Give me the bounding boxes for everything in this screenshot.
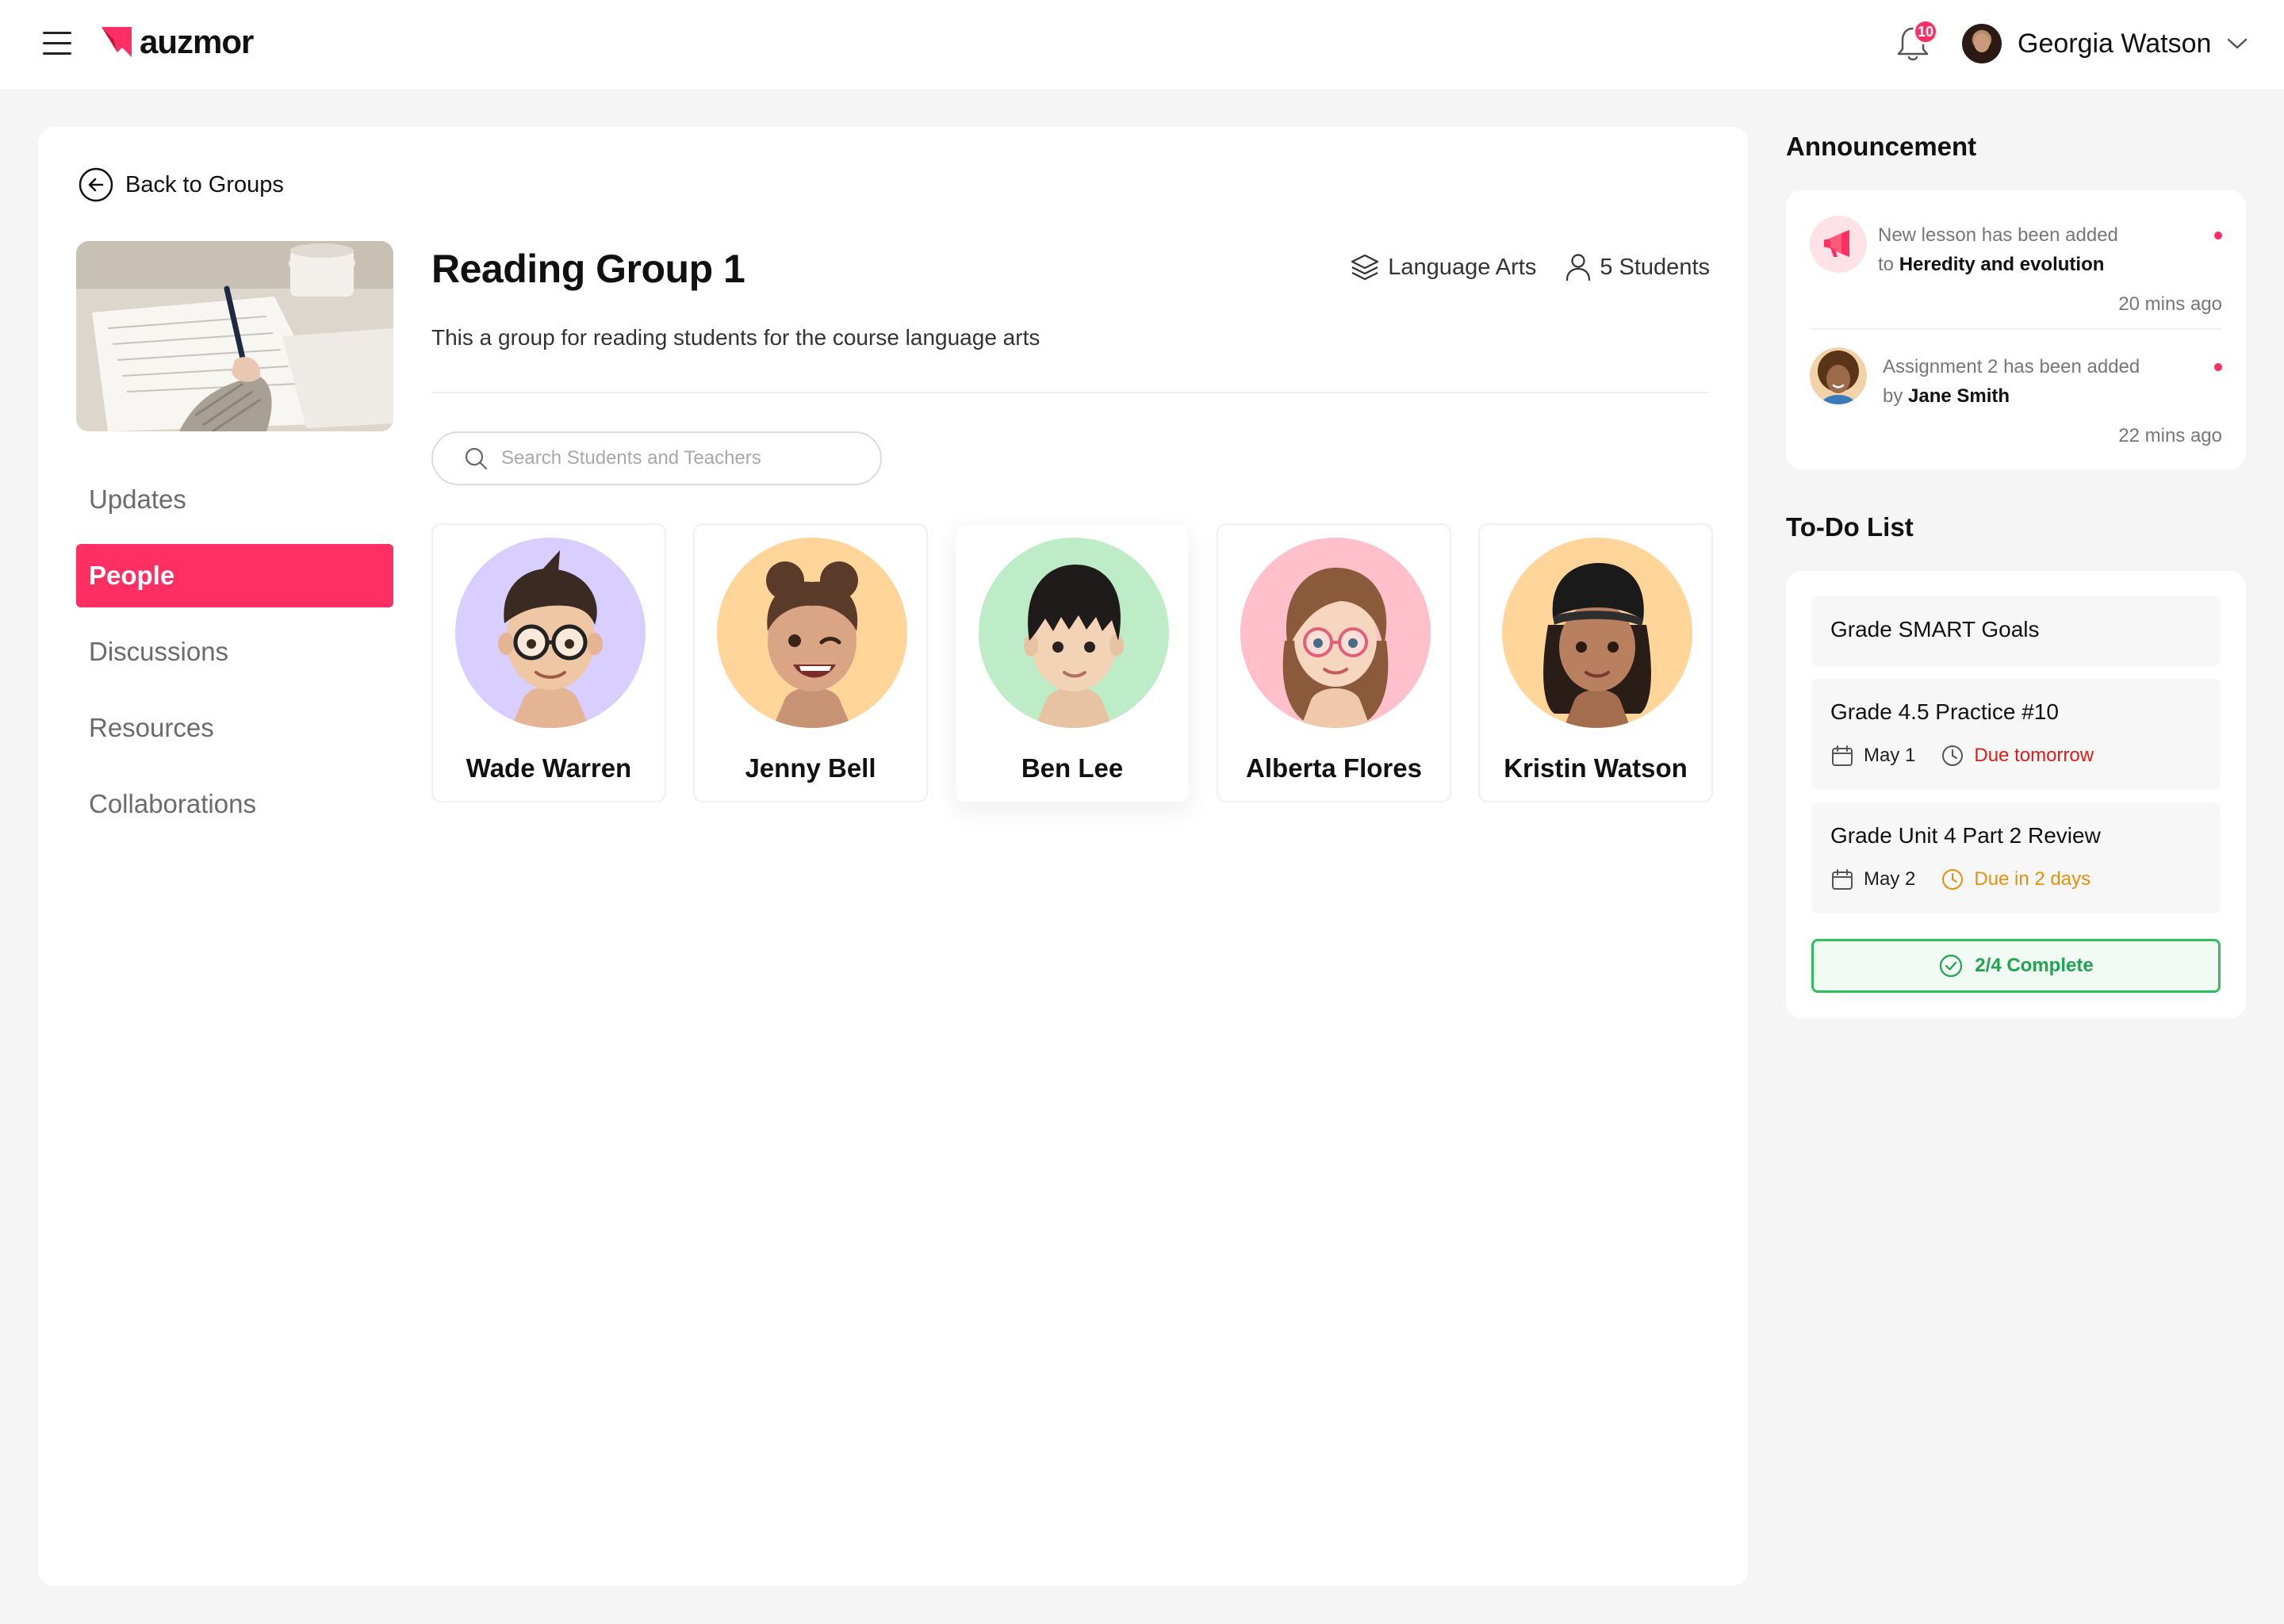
person-name: Ben Lee (1021, 753, 1124, 783)
logo-mark-icon (102, 27, 132, 57)
person-name: Alberta Flores (1246, 753, 1422, 783)
announcement-time: 20 mins ago (2118, 293, 2222, 315)
avatar (455, 538, 646, 728)
calendar-icon (1832, 745, 1853, 766)
people-grid: Wade Warren Jenny Bell Ben Lee Alberta F… (431, 523, 1713, 802)
group-main-card: Back to Groups Updates People Discussion… (38, 127, 1748, 1586)
logo-text: auzmor (140, 23, 254, 60)
announcement-item[interactable]: New lesson has been added to Heredity an… (1810, 216, 2222, 319)
nav-item-collaborations[interactable]: Collaborations (76, 772, 393, 836)
due-status: Due tomorrow (1974, 745, 2094, 766)
todo-item-title: Grade SMART Goals (1830, 617, 2040, 642)
announcement-link: Heredity and evolution (1899, 254, 2105, 275)
back-to-groups-link[interactable]: Back to Groups (78, 167, 284, 203)
subject-label: Language Arts (1388, 254, 1537, 280)
announcement-item[interactable]: Assignment 2 has been added by Jane Smit… (1810, 347, 2222, 450)
person-name: Wade Warren (466, 753, 632, 783)
nav-item-resources[interactable]: Resources (76, 696, 393, 760)
search-input[interactable] (501, 447, 850, 469)
group-nav: Updates People Discussions Resources Col… (76, 468, 393, 848)
nav-item-discussions[interactable]: Discussions (76, 620, 393, 684)
unread-dot (2214, 232, 2222, 239)
person-name: Kristin Watson (1504, 753, 1688, 783)
calendar-icon (1832, 869, 1853, 890)
layers-icon (1351, 254, 1379, 281)
todo-card: Grade SMART Goals Grade 4.5 Practice #10… (1786, 571, 2246, 1018)
announcement-card: New lesson has been added to Heredity an… (1786, 190, 2246, 469)
avatar (1240, 538, 1431, 728)
clock-icon (1942, 869, 1964, 890)
group-meta: Language Arts 5 Students (1321, 252, 1710, 282)
students-count: 5 Students (1600, 254, 1710, 280)
person-card-alberta-flores[interactable]: Alberta Flores (1217, 523, 1451, 802)
megaphone-icon (1810, 216, 1867, 273)
person-card-wade-warren[interactable]: Wade Warren (431, 523, 666, 802)
page-title: Reading Group 1 (431, 247, 745, 291)
person-card-ben-lee[interactable]: Ben Lee (955, 523, 1190, 802)
menu-icon[interactable] (43, 32, 71, 56)
user-menu[interactable]: Georgia Watson (1962, 24, 2248, 63)
todo-title: To-Do List (1786, 512, 1914, 542)
todo-item-meta: May 1 Due tomorrow (1830, 744, 2094, 768)
todo-item-title: Grade Unit 4 Part 2 Review (1830, 823, 2101, 848)
announcement-time: 22 mins ago (2118, 425, 2222, 446)
completion-label: 2/4 Complete (1975, 955, 2094, 976)
todo-item[interactable]: Grade Unit 4 Part 2 Review May 2 Due in … (1811, 802, 2221, 914)
search-box[interactable] (431, 431, 882, 485)
todo-date: May 1 (1864, 745, 1916, 766)
user-icon (1566, 254, 1591, 282)
avatar (1502, 538, 1692, 728)
students-meta: 5 Students (1565, 252, 1710, 282)
announcement-text: New lesson has been added to Heredity an… (1878, 224, 2118, 275)
todo-item-meta: May 2 Due in 2 days (1830, 868, 2090, 891)
subject-meta: Language Arts (1350, 252, 1536, 282)
due-status: Due in 2 days (1974, 868, 2091, 890)
divider (431, 392, 1710, 393)
clock-icon (1942, 745, 1964, 766)
person-name: Jenny Bell (745, 753, 876, 783)
group-description: This a group for reading students for th… (431, 325, 1040, 350)
back-label: Back to Groups (125, 171, 284, 197)
announcement-text: Assignment 2 has been added by Jane Smit… (1883, 356, 2140, 407)
announcement-author: Jane Smith (1908, 385, 2010, 407)
avatar (1962, 24, 2002, 63)
check-circle-icon (1940, 954, 1963, 978)
announcement-title: Announcement (1786, 132, 1977, 161)
brand-logo[interactable]: auzmor (100, 23, 254, 60)
todo-item-title: Grade 4.5 Practice #10 (1830, 699, 2059, 724)
search-icon (465, 447, 488, 470)
person-card-jenny-bell[interactable]: Jenny Bell (693, 523, 928, 802)
todo-date: May 2 (1864, 868, 1916, 890)
top-bar: auzmor 10 Georgia Watson (0, 0, 2284, 89)
nav-item-updates[interactable]: Updates (76, 468, 393, 531)
nav-item-people[interactable]: People (76, 544, 393, 607)
group-cover-image (76, 241, 393, 431)
arrow-left-circle-icon (79, 167, 113, 202)
notification-badge: 10 (1913, 19, 1938, 44)
avatar (717, 538, 907, 728)
todo-item[interactable]: Grade 4.5 Practice #10 May 1 Due tomorro… (1811, 679, 2221, 790)
unread-dot (2214, 363, 2222, 371)
chevron-down-icon (2228, 38, 2248, 49)
user-name: Georgia Watson (2018, 28, 2212, 59)
person-card-kristin-watson[interactable]: Kristin Watson (1478, 523, 1713, 802)
todo-item[interactable]: Grade SMART Goals (1811, 596, 2221, 666)
avatar (1810, 347, 1867, 404)
avatar (979, 538, 1169, 728)
completion-status-button[interactable]: 2/4 Complete (1811, 939, 2221, 993)
divider (1810, 328, 2222, 330)
cover-illustration (76, 241, 393, 431)
